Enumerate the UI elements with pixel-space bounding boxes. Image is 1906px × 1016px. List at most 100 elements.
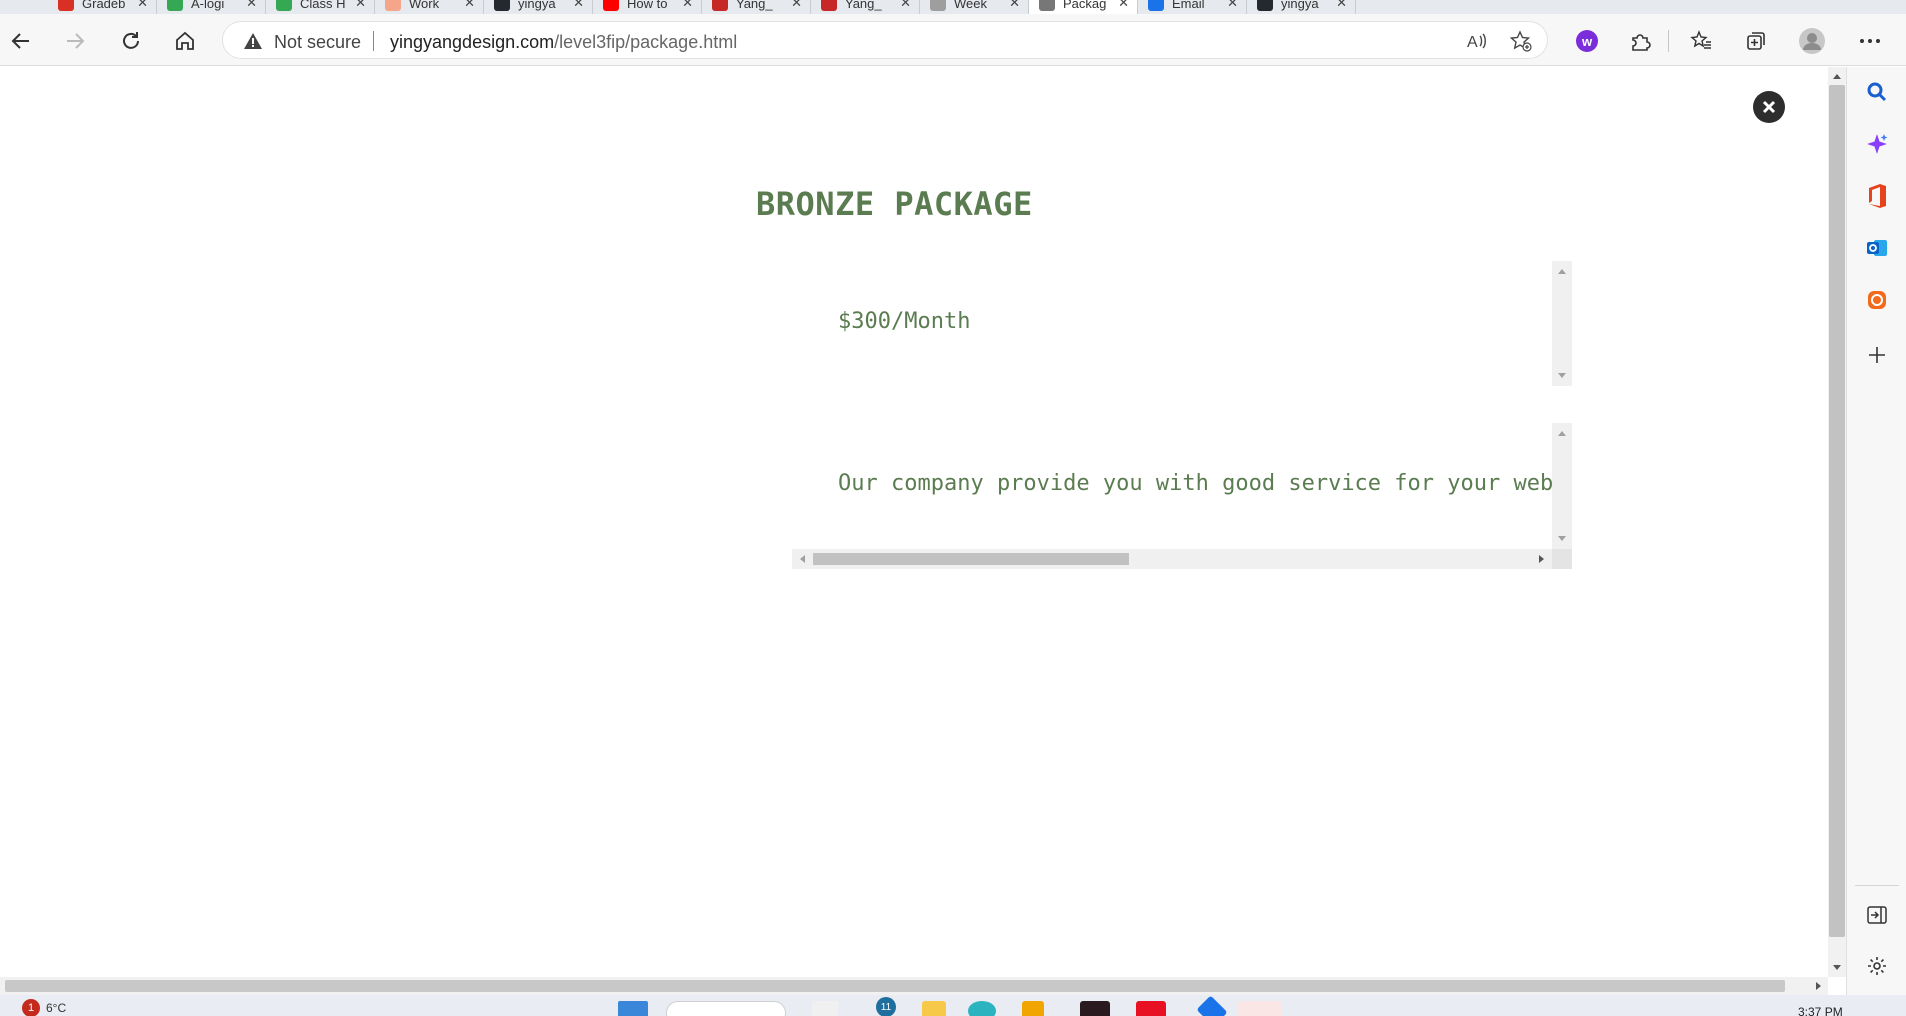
sticky-notes-icon[interactable] — [1022, 1001, 1044, 1016]
task-view-icon[interactable] — [812, 1001, 838, 1016]
forward-button[interactable] — [58, 24, 92, 58]
scroll-left-arrow-icon[interactable] — [792, 549, 812, 569]
taskbar-search-box[interactable] — [666, 1001, 786, 1016]
browser-tab[interactable]: Email ✕ — [1138, 0, 1247, 14]
browser-tab[interactable]: Work ✕ — [375, 0, 484, 14]
app-dark-icon[interactable] — [1080, 1001, 1110, 1016]
tab-close-icon[interactable]: ✕ — [355, 0, 366, 11]
sidebar-hide-button[interactable] — [1864, 902, 1890, 928]
price-box[interactable]: $300/Month — [792, 261, 1572, 386]
tab-favicon-icon — [603, 0, 619, 11]
sidebar-office-button[interactable] — [1864, 183, 1890, 209]
tab-title: Yang_ — [845, 0, 882, 11]
tab-title: Week — [954, 0, 987, 11]
tab-close-icon[interactable]: ✕ — [682, 0, 693, 11]
browser-tab[interactable]: yingya ✕ — [1247, 0, 1356, 14]
tab-favicon-icon — [712, 0, 728, 11]
tab-close-icon[interactable]: ✕ — [900, 0, 911, 11]
page-vertical-scrollbar[interactable] — [1828, 67, 1846, 977]
tab-favicon-icon — [1148, 0, 1164, 11]
tab-close-icon[interactable]: ✕ — [464, 0, 475, 11]
tab-close-icon[interactable]: ✕ — [1009, 0, 1020, 11]
back-button[interactable] — [4, 24, 38, 58]
browser-window: Gradeb ✕ A-logi ✕ Class H ✕ Work ✕ yingya ✕ How to… — [0, 0, 1906, 1016]
favorites-button[interactable] — [1684, 24, 1718, 58]
tab-title: Gradeb — [82, 0, 126, 11]
add-favorite-button[interactable] — [1507, 27, 1535, 55]
horizontal-scroll-thumb[interactable] — [813, 553, 1129, 565]
description-box-horizontal-scrollbar[interactable] — [792, 549, 1552, 569]
refresh-button[interactable] — [114, 24, 148, 58]
page-horizontal-scrollbar[interactable] — [0, 977, 1828, 995]
page-scroll-down-icon[interactable] — [1828, 959, 1846, 977]
toolbar-separator — [1668, 30, 1669, 52]
browser-tab[interactable]: Packag ✕ — [1029, 0, 1138, 14]
price-box-vertical-scrollbar[interactable] — [1552, 261, 1572, 386]
edge-sidebar — [1846, 67, 1906, 995]
svg-text:A: A — [1467, 34, 1478, 51]
browser-tab[interactable]: Yang_ ✕ — [811, 0, 920, 14]
profile-button[interactable] — [1795, 24, 1829, 58]
more-dots-icon — [1860, 39, 1880, 43]
tab-close-icon[interactable]: ✕ — [791, 0, 802, 11]
description-box-vertical-scrollbar[interactable] — [1552, 423, 1572, 549]
page-scroll-up-icon[interactable] — [1828, 67, 1846, 85]
browser-tab[interactable]: Yang_ ✕ — [702, 0, 811, 14]
sidebar-tools-button[interactable] — [1864, 287, 1890, 313]
address-bar[interactable]: Not secure yingyangdesign.com/level3fip/… — [222, 21, 1548, 59]
tab-close-icon[interactable]: ✕ — [1118, 0, 1129, 11]
package-title: BRONZE PACKAGE — [756, 185, 1033, 223]
app-pdf-icon[interactable] — [1238, 1001, 1282, 1016]
scroll-up-arrow-icon[interactable] — [1552, 261, 1572, 281]
scroll-up-arrow-icon[interactable] — [1552, 423, 1572, 443]
tab-close-icon[interactable]: ✕ — [137, 0, 148, 11]
home-button[interactable] — [168, 24, 202, 58]
browser-tab[interactable]: yingya ✕ — [484, 0, 593, 14]
app-red-icon[interactable] — [1136, 1001, 1166, 1016]
tab-favicon-icon — [1039, 0, 1055, 11]
browser-tab[interactable]: A-logi ✕ — [157, 0, 266, 14]
page-horizontal-scroll-thumb[interactable] — [5, 980, 1785, 992]
weather-widget[interactable]: 1 6°C — [22, 999, 66, 1016]
tab-close-icon[interactable]: ✕ — [1336, 0, 1347, 11]
file-explorer-icon[interactable] — [922, 1001, 946, 1016]
collections-button[interactable] — [1739, 24, 1773, 58]
app-blue-icon[interactable] — [1196, 995, 1228, 1016]
browser-tab[interactable]: Class H ✕ — [266, 0, 375, 14]
extensions-button[interactable] — [1623, 24, 1657, 58]
sidebar-search-button[interactable] — [1864, 79, 1890, 105]
avatar-icon — [1799, 28, 1825, 54]
extension-button[interactable]: w — [1570, 24, 1604, 58]
tab-title: Packag — [1063, 0, 1107, 11]
temperature: 6°C — [46, 1001, 67, 1015]
sidebar-outlook-button[interactable] — [1864, 235, 1890, 261]
browser-tab[interactable]: Gradeb ✕ — [48, 0, 157, 14]
scroll-down-arrow-icon[interactable] — [1552, 366, 1572, 386]
start-icon[interactable] — [618, 1001, 648, 1016]
tab-close-icon[interactable]: ✕ — [573, 0, 584, 11]
scroll-down-arrow-icon[interactable] — [1552, 529, 1572, 549]
description-box[interactable]: Our company provide you with good servic… — [792, 423, 1572, 569]
url-text[interactable]: yingyangdesign.com/level3fip/package.htm… — [390, 32, 737, 53]
read-aloud-icon: A — [1467, 33, 1486, 51]
close-button[interactable] — [1753, 91, 1785, 123]
security-status[interactable]: Not secure — [274, 32, 361, 53]
edge-taskbar-icon[interactable] — [968, 1001, 996, 1016]
taskbar-badge: 11 — [876, 997, 896, 1016]
page-scroll-right-icon[interactable] — [1810, 977, 1828, 995]
tab-title: yingya — [518, 0, 556, 11]
browser-tab[interactable]: How to ✕ — [593, 0, 702, 14]
sidebar-settings-button[interactable] — [1864, 953, 1890, 979]
sidebar-copilot-button[interactable] — [1864, 131, 1890, 157]
sidebar-add-button[interactable] — [1864, 342, 1890, 368]
settings-and-more-button[interactable] — [1853, 24, 1887, 58]
browser-tab[interactable]: Week ✕ — [920, 0, 1029, 14]
tab-strip: Gradeb ✕ A-logi ✕ Class H ✕ Work ✕ yingya ✕ How to… — [0, 0, 1906, 14]
search-icon — [1867, 82, 1887, 102]
page-vertical-scroll-thumb[interactable] — [1829, 85, 1845, 937]
refresh-icon — [123, 32, 139, 49]
read-aloud-button[interactable]: A — [1463, 27, 1491, 55]
scroll-right-arrow-icon[interactable] — [1532, 549, 1552, 569]
tab-close-icon[interactable]: ✕ — [1227, 0, 1238, 11]
tab-close-icon[interactable]: ✕ — [246, 0, 257, 11]
